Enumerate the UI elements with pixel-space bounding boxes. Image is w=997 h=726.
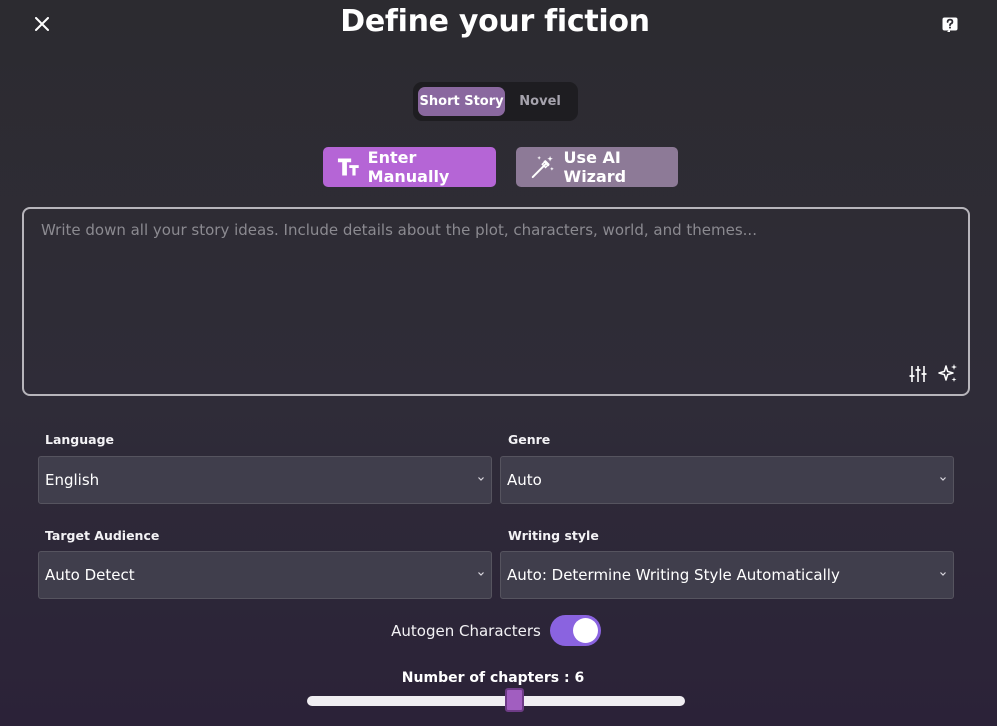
sliders-icon xyxy=(909,366,927,382)
short-story-tab[interactable]: Short Story xyxy=(418,87,506,116)
chevron-down-icon xyxy=(940,477,946,481)
help-button[interactable] xyxy=(939,14,961,36)
text-icon xyxy=(337,158,359,176)
autogen-row: Autogen Characters xyxy=(0,615,997,646)
story-type-switch: Short Story Novel xyxy=(413,82,578,121)
chevron-down-icon xyxy=(478,477,484,481)
language-select[interactable]: English xyxy=(38,456,492,504)
ai-wizard-label: Use AI Wizard xyxy=(563,148,627,186)
chapters-slider-track[interactable] xyxy=(307,696,685,706)
chapters-label: Number of chapters : 6 xyxy=(401,670,585,686)
genre-value: Auto xyxy=(507,471,542,489)
writing-style-value: Auto: Determine Writing Style Automatica… xyxy=(507,566,840,584)
enter-manually-button[interactable]: Enter Manually xyxy=(323,147,496,187)
story-ideas-input[interactable] xyxy=(22,207,970,396)
ai-wizard-button[interactable]: Use AI Wizard xyxy=(516,147,678,187)
novel-tab[interactable]: Novel xyxy=(507,87,573,116)
chevron-down-icon xyxy=(478,572,484,576)
help-icon xyxy=(942,17,958,32)
autogen-toggle[interactable] xyxy=(549,615,601,646)
target-audience-value: Auto Detect xyxy=(45,566,135,584)
writing-style-label: Writing style xyxy=(508,528,599,543)
writing-style-select[interactable]: Auto: Determine Writing Style Automatica… xyxy=(500,551,954,599)
sparkles-icon xyxy=(938,364,957,382)
target-audience-select[interactable]: Auto Detect xyxy=(38,551,492,599)
chevron-down-icon xyxy=(940,572,946,576)
target-audience-label: Target Audience xyxy=(45,528,160,543)
settings-sliders-button[interactable] xyxy=(907,363,929,385)
magic-wand-icon xyxy=(531,156,554,179)
language-label: Language xyxy=(45,432,115,447)
toggle-knob xyxy=(572,618,598,643)
genre-label: Genre xyxy=(508,432,551,447)
language-value: English xyxy=(45,471,100,489)
page-title: Define your fiction xyxy=(340,4,650,39)
genre-select[interactable]: Auto xyxy=(500,456,954,504)
ai-enhance-button[interactable] xyxy=(937,363,959,385)
chapters-slider-thumb[interactable] xyxy=(505,688,525,712)
autogen-label: Autogen Characters xyxy=(391,621,541,640)
enter-manually-label: Enter Manually xyxy=(367,148,450,186)
